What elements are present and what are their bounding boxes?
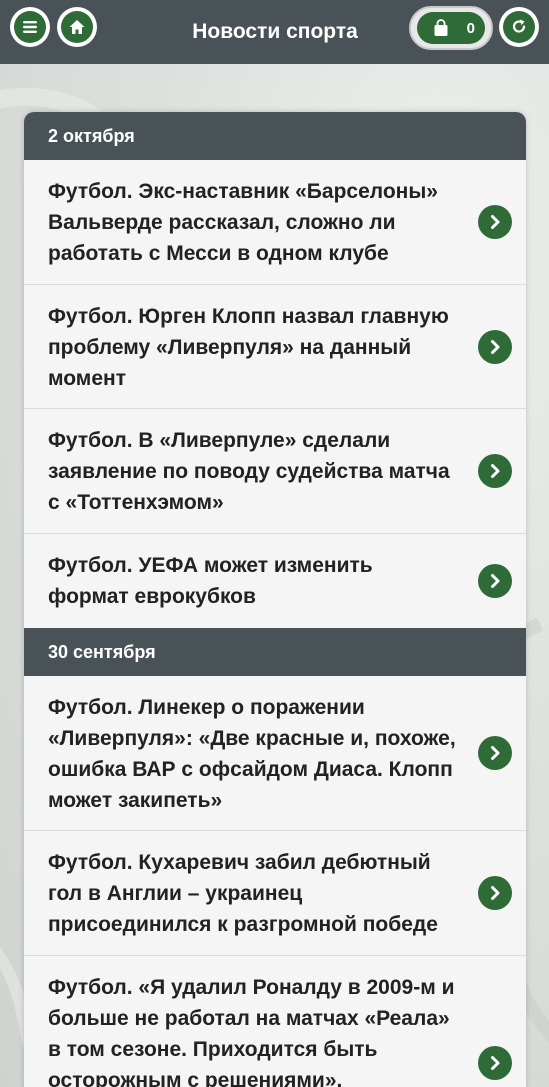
news-item[interactable]: Футбол. Линекер о поражении «Ливерпуля»:… bbox=[24, 676, 526, 831]
news-headline: Футбол. В «Ливерпуле» сделали заявление … bbox=[48, 429, 450, 514]
chevron-right-icon[interactable] bbox=[478, 454, 512, 488]
news-headline: Футбол. Линекер о поражении «Ливерпуля»:… bbox=[48, 696, 456, 812]
news-item[interactable]: Футбол. В «Ливерпуле» сделали заявление … bbox=[24, 409, 526, 534]
news-headline: Футбол. Кухаревич забил дебютный гол в А… bbox=[48, 851, 438, 936]
news-item[interactable]: Футбол. Кухаревич забил дебютный гол в А… bbox=[24, 831, 526, 956]
page-title: Новости спорта bbox=[192, 20, 358, 43]
news-headline: Футбол. УЕФА может изменить формат еврок… bbox=[48, 554, 373, 608]
news-headline: Футбол. Экс-наставник «Барселоны» Вальве… bbox=[48, 180, 438, 265]
news-item[interactable]: Футбол. Экс-наставник «Барселоны» Вальве… bbox=[24, 160, 526, 285]
shopping-bag-icon bbox=[434, 19, 448, 36]
menu-button[interactable] bbox=[10, 7, 50, 47]
news-item[interactable]: Футбол. Юрген Клопп назвал главную пробл… bbox=[24, 285, 526, 409]
chevron-right-icon[interactable] bbox=[478, 205, 512, 239]
news-headline: Футбол. «Я удалил Роналду в 2009-м и бол… bbox=[48, 976, 455, 1087]
chevron-right-icon[interactable] bbox=[478, 736, 512, 770]
home-button[interactable] bbox=[57, 7, 97, 47]
top-bar: Новости спорта 0 bbox=[0, 0, 549, 64]
news-item[interactable]: Футбол. УЕФА может изменить формат еврок… bbox=[24, 534, 526, 628]
home-icon bbox=[69, 20, 85, 34]
date-header: 2 октября bbox=[24, 112, 526, 160]
chevron-right-icon[interactable] bbox=[478, 564, 512, 598]
cart-count: 0 bbox=[466, 19, 475, 37]
chevron-right-icon[interactable] bbox=[478, 876, 512, 910]
news-item[interactable]: Футбол. «Я удалил Роналду в 2009-м и бол… bbox=[24, 956, 526, 1087]
date-header: 30 сентября bbox=[24, 628, 526, 676]
news-headline: Футбол. Юрген Клопп назвал главную пробл… bbox=[48, 305, 449, 390]
menu-icon bbox=[23, 21, 37, 33]
cart-button[interactable]: 0 bbox=[409, 6, 493, 50]
news-list: 2 октября Футбол. Экс-наставник «Барсело… bbox=[24, 112, 526, 1087]
refresh-icon bbox=[512, 19, 526, 33]
refresh-button[interactable] bbox=[499, 7, 539, 47]
chevron-right-icon[interactable] bbox=[478, 330, 512, 364]
chevron-right-icon[interactable] bbox=[478, 1046, 512, 1080]
